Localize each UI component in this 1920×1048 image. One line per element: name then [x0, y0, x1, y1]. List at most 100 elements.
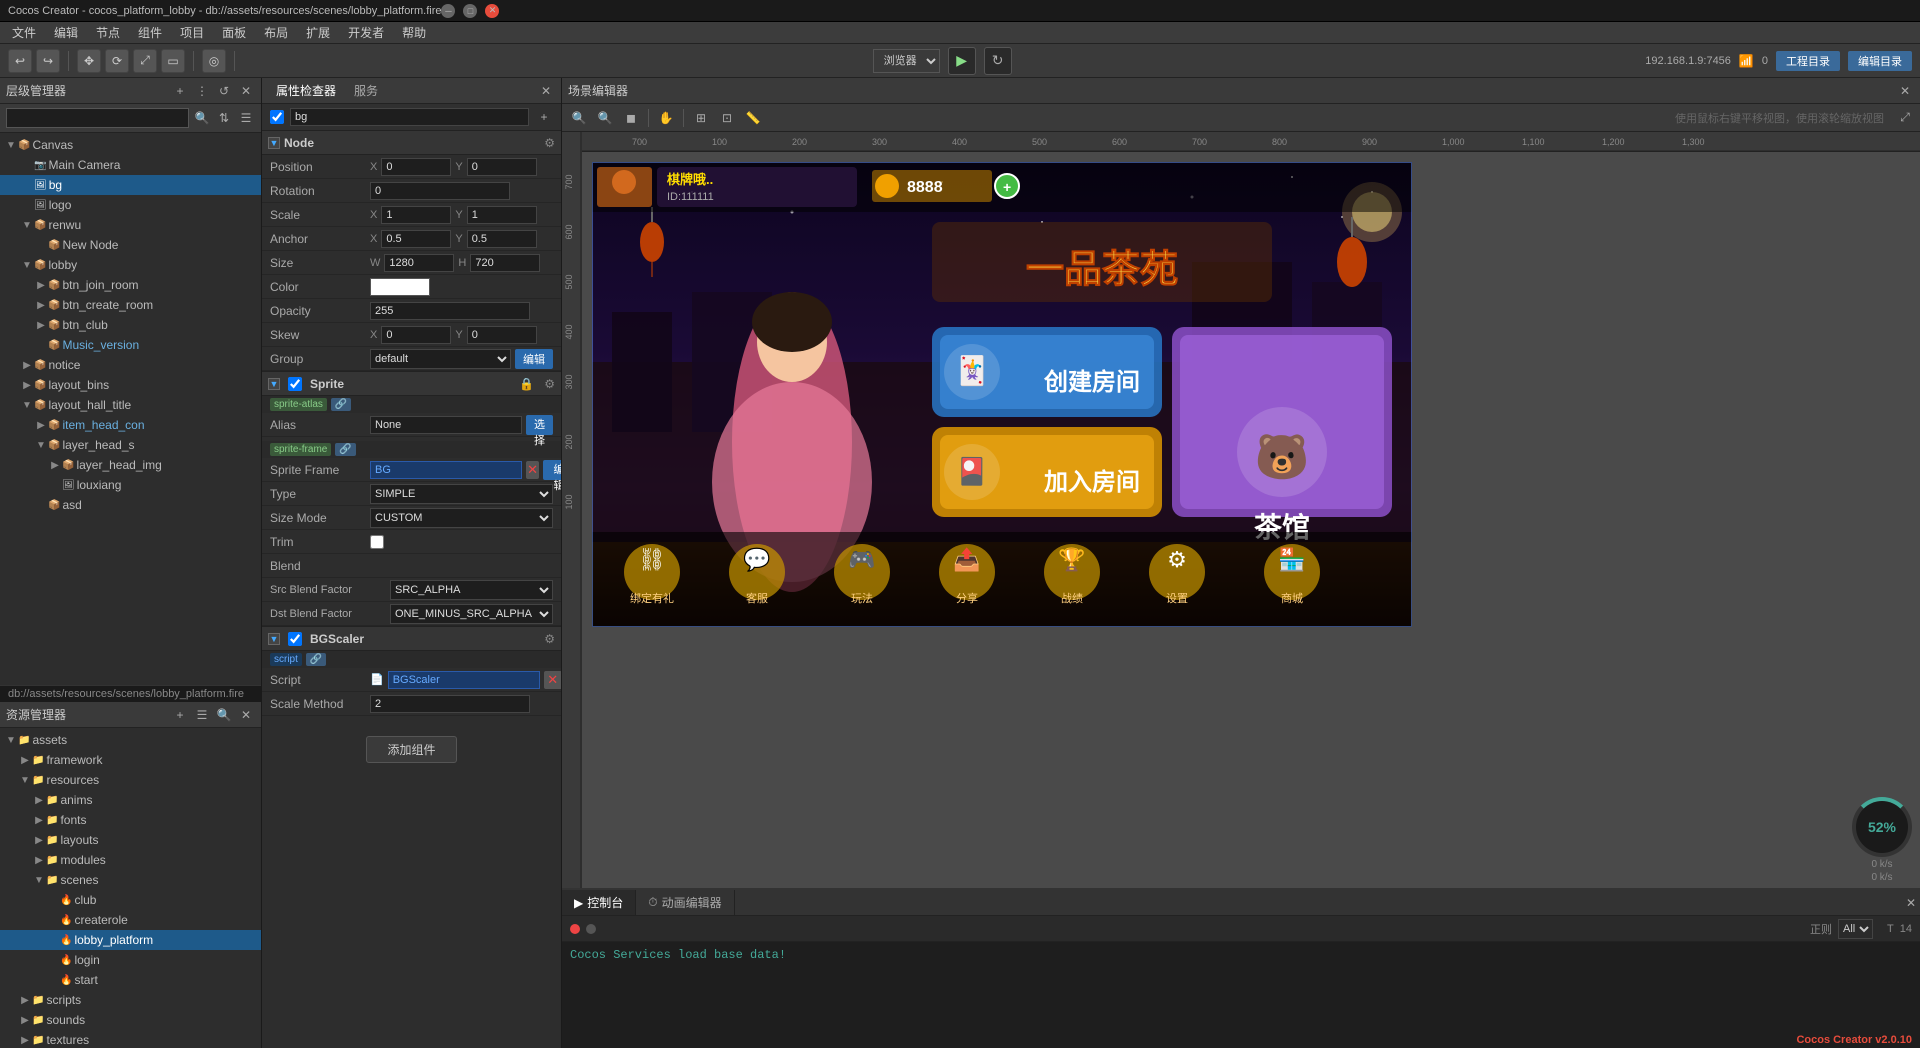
tree-item-layout-hall[interactable]: ▼ 📦 layout_hall_title [0, 395, 261, 415]
asset-item-assets[interactable]: ▼ 📁 assets [0, 730, 261, 750]
tree-item-btn-join[interactable]: ▶ 📦 btn_join_room [0, 275, 261, 295]
scale-y-input[interactable] [467, 206, 537, 224]
menu-file[interactable]: 文件 [4, 22, 44, 43]
properties-tab[interactable]: 属性检查器 [268, 80, 344, 101]
tree-item-renwu[interactable]: ▼ 📦 renwu [0, 215, 261, 235]
editor-dir-button[interactable]: 编辑目录 [1848, 51, 1912, 71]
scale-method-input[interactable] [370, 695, 530, 713]
menu-component[interactable]: 组件 [130, 22, 170, 43]
scene-snap[interactable]: ⊡ [716, 107, 738, 129]
size-w-input[interactable] [384, 254, 454, 272]
timeline-close[interactable]: ✕ [1902, 894, 1920, 912]
tree-item-layer-head-img[interactable]: ▶ 📦 layer_head_img [0, 455, 261, 475]
scene-editor-close[interactable]: ✕ [1896, 82, 1914, 100]
node-section-toggle[interactable]: ▼ [268, 137, 280, 149]
tool-move[interactable]: ✥ [77, 49, 101, 73]
scene-full[interactable]: ⤢ [1896, 109, 1914, 127]
position-y-input[interactable] [467, 158, 537, 176]
src-blend-select[interactable]: SRC_ALPHA [390, 580, 553, 600]
bgscaler-section-gear[interactable]: ⚙ [544, 632, 555, 646]
asset-item-club[interactable]: 🔥 club [0, 890, 261, 910]
hierarchy-search-input[interactable] [6, 108, 189, 128]
position-x-input[interactable] [381, 158, 451, 176]
asset-item-createrole[interactable]: 🔥 createrole [0, 910, 261, 930]
project-dir-button[interactable]: 工程目录 [1776, 51, 1840, 71]
tree-item-item-head-con[interactable]: ▶ 📦 item_head_con [0, 415, 261, 435]
sprite-section-toggle[interactable]: ▼ [268, 378, 280, 390]
minimize-button[interactable]: ─ [441, 4, 455, 18]
tree-item-layer-head-s[interactable]: ▼ 📦 layer_head_s [0, 435, 261, 455]
node-settings-icon[interactable]: + [535, 108, 553, 126]
group-edit-button[interactable]: 编辑 [515, 349, 553, 369]
asset-item-start[interactable]: 🔥 start [0, 970, 261, 990]
sprite-frame-clear[interactable]: ✕ [526, 461, 539, 479]
asset-item-login[interactable]: 🔥 login [0, 950, 261, 970]
asset-add-button[interactable]: + [171, 706, 189, 724]
properties-close[interactable]: ✕ [537, 82, 555, 100]
opacity-input[interactable] [370, 302, 530, 320]
scene-hand[interactable]: ✋ [655, 107, 677, 129]
tool-scale[interactable]: ⤢ [133, 49, 157, 73]
asset-item-layouts[interactable]: ▶ 📁 layouts [0, 830, 261, 850]
console-clear-red[interactable] [570, 924, 580, 934]
asset-item-scripts[interactable]: ▶ 📁 scripts [0, 990, 261, 1010]
skew-x-input[interactable] [381, 326, 451, 344]
node-section-gear[interactable]: ⚙ [544, 136, 555, 150]
tree-item-notice[interactable]: ▶ 📦 notice [0, 355, 261, 375]
redo-button[interactable]: ↪ [36, 49, 60, 73]
bgscaler-section-toggle[interactable]: ▼ [268, 633, 280, 645]
menu-edit[interactable]: 编辑 [46, 22, 86, 43]
asset-item-modules[interactable]: ▶ 📁 modules [0, 850, 261, 870]
script-input[interactable] [388, 671, 540, 689]
alias-input[interactable] [370, 416, 522, 434]
type-select[interactable]: SIMPLE [370, 484, 553, 504]
hierarchy-add-button[interactable]: + [171, 82, 189, 100]
tree-item-layout-bins[interactable]: ▶ 📦 layout_bins [0, 375, 261, 395]
anchor-x-input[interactable] [381, 230, 451, 248]
size-h-input[interactable] [470, 254, 540, 272]
menu-developer[interactable]: 开发者 [340, 22, 392, 43]
refresh-button[interactable]: ↻ [984, 47, 1012, 75]
sprite-frame-edit-button[interactable]: 编辑 [543, 460, 561, 480]
tool-anchor[interactable]: ◎ [202, 49, 226, 73]
node-enabled-checkbox[interactable] [270, 110, 284, 124]
menu-project[interactable]: 项目 [172, 22, 212, 43]
menu-help[interactable]: 帮助 [394, 22, 434, 43]
scale-x-input[interactable] [381, 206, 451, 224]
trim-checkbox[interactable] [370, 535, 384, 549]
tree-item-asd[interactable]: 📦 asd [0, 495, 261, 515]
tree-item-bg[interactable]: 🖼 bg [0, 175, 261, 195]
hierarchy-close[interactable]: ✕ [237, 82, 255, 100]
group-select[interactable]: default [370, 349, 511, 369]
play-button[interactable]: ▶ [948, 47, 976, 75]
sprite-section-gear[interactable]: ⚙ [544, 377, 555, 391]
tree-item-btn-create[interactable]: ▶ 📦 btn_create_room [0, 295, 261, 315]
tree-item-music-version[interactable]: 📦 Music_version [0, 335, 261, 355]
close-button[interactable]: ✕ [485, 4, 499, 18]
filter-icon[interactable]: ☰ [237, 109, 255, 127]
asset-item-lobby-platform[interactable]: 🔥 lobby_platform [0, 930, 261, 950]
asset-item-fonts[interactable]: ▶ 📁 fonts [0, 810, 261, 830]
scene-zoom-in[interactable]: 🔍 [568, 107, 590, 129]
asset-item-sounds[interactable]: ▶ 📁 sounds [0, 1010, 261, 1030]
rotation-input[interactable] [370, 182, 510, 200]
hierarchy-refresh[interactable]: ↺ [215, 82, 233, 100]
asset-close[interactable]: ✕ [237, 706, 255, 724]
sprite-frame-link[interactable]: 🔗 [335, 443, 355, 456]
tool-rect[interactable]: ▭ [161, 49, 185, 73]
hierarchy-options[interactable]: ⋮ [193, 82, 211, 100]
asset-item-textures[interactable]: ▶ 📁 textures [0, 1030, 261, 1048]
window-controls[interactable]: ─ □ ✕ [441, 4, 499, 18]
bgscaler-enabled-checkbox[interactable] [288, 632, 302, 646]
asset-item-framework[interactable]: ▶ 📁 framework [0, 750, 261, 770]
menu-panel[interactable]: 面板 [214, 22, 254, 43]
log-level-select[interactable]: All [1838, 919, 1873, 939]
script-link[interactable]: 🔗 [306, 653, 326, 666]
add-component-button[interactable]: 添加组件 [366, 736, 456, 763]
anchor-y-input[interactable] [467, 230, 537, 248]
dst-blend-select[interactable]: ONE_MINUS_SRC_ALPHA [390, 604, 553, 624]
animation-tab[interactable]: ⏱ 动画编辑器 [636, 890, 734, 915]
menu-extend[interactable]: 扩展 [298, 22, 338, 43]
asset-list-view[interactable]: ☰ [193, 706, 211, 724]
scene-ruler-toggle[interactable]: 📏 [742, 107, 764, 129]
